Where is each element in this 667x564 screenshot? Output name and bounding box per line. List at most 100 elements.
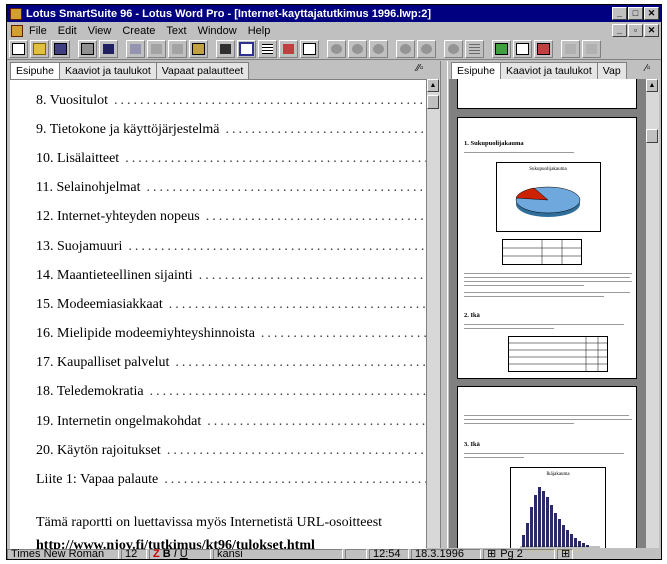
paste-icon[interactable] (189, 40, 208, 58)
copy-icon[interactable] (168, 40, 187, 58)
toc-leader: ........................................… (128, 238, 426, 254)
thesaurus-icon[interactable] (369, 40, 388, 58)
title-bar[interactable]: Lotus SmartSuite 96 - Lotus Word Pro - [… (7, 5, 661, 22)
preview-table-2 (508, 336, 608, 372)
app-icon[interactable] (10, 7, 22, 20)
smartmaster-icon[interactable] (513, 40, 532, 58)
scroll-up-arrow[interactable]: ▲ (427, 79, 439, 92)
toc-entry[interactable]: Liite 1: Vapaa palaute..................… (36, 465, 426, 494)
zoom-out-icon[interactable] (444, 40, 463, 58)
preview-text-line (464, 457, 524, 458)
tab-kaaviot-ja-taulukot[interactable]: Kaaviot ja taulukot (58, 62, 157, 79)
scroll-up-arrow[interactable]: ▲ (646, 79, 658, 92)
cursor-icon[interactable] (300, 40, 319, 58)
print-preview-icon[interactable] (99, 40, 118, 58)
pane-splitter[interactable] (440, 61, 448, 548)
toc-entry[interactable]: 20. Käytön rajoitukset..................… (36, 436, 426, 465)
toc-entry[interactable]: 17. Kaupalliset palvelut................… (36, 349, 426, 378)
menu-edit[interactable]: Edit (58, 25, 77, 37)
style-status[interactable]: kansi (213, 548, 343, 559)
navigate-icon[interactable] (582, 40, 601, 58)
preview-text-line (464, 285, 584, 286)
menu-help[interactable]: Help (248, 25, 271, 37)
preview-page-2: 3. Ikä Ikäjakauma (457, 386, 637, 548)
toc-entry[interactable]: 8. Vuositulot...........................… (36, 86, 426, 115)
toc-entry[interactable]: 13. Suojamuuri..........................… (36, 232, 426, 261)
underline-icon: U (179, 547, 188, 560)
toc-entry[interactable]: 10. Lisälaitteet........................… (36, 144, 426, 173)
menu-create[interactable]: Create (122, 25, 155, 37)
menu-window[interactable]: Window (198, 25, 237, 37)
tab-vapaat-palautteet[interactable]: Vapaat palautteet (155, 62, 250, 79)
bold-format-icon[interactable] (216, 40, 235, 58)
toc-entry-text: 14. Maantieteellinen sijainti (36, 267, 193, 283)
left-vertical-scrollbar[interactable]: ▲ (426, 79, 440, 548)
save-icon[interactable] (51, 40, 70, 58)
font-size-status[interactable]: 12 (121, 548, 147, 559)
frame-icon[interactable] (237, 40, 256, 58)
preview-pane[interactable]: 1. Sukupuolijakauma Sukupuolijakauma 2. … (449, 79, 645, 548)
preview-text-line (464, 277, 630, 278)
image-icon[interactable] (492, 40, 511, 58)
scroll-thumb[interactable] (427, 95, 439, 109)
menu-text[interactable]: Text (166, 25, 186, 37)
tab-esipuhe[interactable]: Esipuhe (10, 62, 60, 79)
preview-text-line (464, 419, 632, 420)
open-folder-icon[interactable] (30, 40, 49, 58)
toc-entry[interactable]: 14. Maantieteellinen sijainti...........… (36, 261, 426, 290)
preview-table (502, 239, 582, 265)
inactive-icon[interactable] (561, 40, 580, 58)
toc-entry[interactable]: 19. Internetin ongelmakohdat............… (36, 407, 426, 436)
status-toggle-icon[interactable]: ⊞ (557, 548, 573, 559)
toc-entry[interactable]: 11. Selainohjelmat......................… (36, 174, 426, 203)
bullets-icon[interactable] (465, 40, 484, 58)
doc-close-button[interactable]: ✕ (644, 24, 659, 37)
print-icon[interactable] (78, 40, 97, 58)
undo-icon[interactable] (126, 40, 145, 58)
insert-mode-status[interactable] (345, 548, 367, 559)
tab-kaaviot-right[interactable]: Kaaviot ja taulukot (499, 62, 598, 79)
toc-entry-text: 13. Suojamuuri (36, 238, 123, 254)
document-icon[interactable] (11, 24, 23, 37)
document-pane[interactable]: 8. Vuositulot...........................… (10, 79, 426, 549)
toc-entry-text: 20. Käytön rajoitukset (36, 442, 161, 458)
bookmark-icon[interactable] (396, 40, 415, 58)
doc-restore-button[interactable]: ▫ (628, 24, 643, 37)
menu-view[interactable]: View (88, 25, 112, 37)
spell-check-icon[interactable] (348, 40, 367, 58)
font-name-status[interactable]: Times New Roman (7, 548, 119, 559)
new-document-icon[interactable] (9, 40, 28, 58)
scroll-thumb[interactable] (646, 129, 658, 143)
page-status[interactable]: ⊞ Pg 2 (483, 548, 555, 559)
window-title: Lotus SmartSuite 96 - Lotus Word Pro - [… (26, 7, 432, 20)
toc-entry-text: 18. Teledemokratia (36, 384, 144, 400)
menu-file[interactable]: File (29, 25, 47, 37)
close-button[interactable]: ✕ (644, 7, 659, 20)
minimize-button[interactable]: _ (612, 7, 627, 20)
tab-tools-right-icon[interactable]: ⁄▫ (637, 63, 659, 77)
toc-leader: ........................................… (164, 472, 426, 488)
tab-tools-left-icon[interactable]: ⁄⁄▫ (409, 63, 431, 77)
toc-entry[interactable]: 18. Teledemokratia......................… (36, 378, 426, 407)
toc-entry-text: 17. Kaupalliset palvelut (36, 355, 170, 371)
cut-icon[interactable] (147, 40, 166, 58)
tab-esipuhe-right[interactable]: Esipuhe (451, 62, 501, 79)
preview-text-line (464, 281, 632, 282)
doc-minimize-button[interactable]: _ (612, 24, 627, 37)
chart-icon[interactable] (279, 40, 298, 58)
toc-entry[interactable]: 15. Modeemiasiakkaat....................… (36, 290, 426, 319)
maximize-button[interactable]: □ (628, 7, 643, 20)
toc-entry[interactable]: 16. Mielipide modeemiyhteyshinnoista....… (36, 320, 426, 349)
toc-entry[interactable]: 9. Tietokone ja käyttöjärjestelmä.......… (36, 115, 426, 144)
preview-heading-1: 1. Sukupuolijakauma (464, 140, 524, 147)
draw-icon[interactable] (327, 40, 346, 58)
tab-vap-right[interactable]: Vap (596, 62, 627, 79)
italic-icon: I (173, 547, 177, 560)
status-bar: Times New Roman 12 ZBIU kansi 12:54 18.3… (7, 547, 661, 560)
table-icon[interactable] (258, 40, 277, 58)
toc-entry[interactable]: 12. Internet-yhteyden nopeus............… (36, 203, 426, 232)
text-attributes-status[interactable]: ZBIU (149, 547, 211, 560)
style-icon[interactable] (534, 40, 553, 58)
right-vertical-scrollbar[interactable]: ▲ (645, 79, 659, 548)
zoom-in-icon[interactable] (417, 40, 436, 58)
